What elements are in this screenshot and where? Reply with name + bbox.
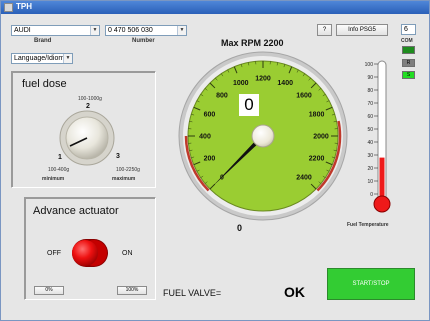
actuator-0-percent-button[interactable]: 0% bbox=[34, 286, 64, 295]
brand-select-value: AUDI bbox=[14, 27, 31, 34]
status-lamp-3: S bbox=[402, 71, 415, 79]
brand-select[interactable]: AUDI ▼ bbox=[11, 25, 100, 36]
gauge-tick-label: 200 bbox=[204, 156, 216, 163]
thermometer-tick-label: 20 bbox=[367, 166, 373, 172]
com-label: COM bbox=[401, 38, 413, 44]
status-lamp-2: R bbox=[402, 59, 415, 67]
fuel-temperature-thermometer: 1009080706050403020100 bbox=[365, 60, 391, 213]
number-select-value: 0 470 506 030 bbox=[108, 27, 153, 34]
title-bar: TPH bbox=[1, 1, 429, 14]
thermometer-tick-label: 60 bbox=[367, 114, 373, 120]
fuel-valve-status: OK bbox=[284, 284, 305, 300]
gauge-tick-label: 1200 bbox=[255, 76, 271, 83]
gauge-tick-label: 1800 bbox=[309, 111, 325, 118]
fuel-dose-pos-2: 2 bbox=[86, 103, 90, 110]
brand-label: Brand bbox=[34, 38, 52, 44]
advance-actuator-title: Advance actuator bbox=[33, 205, 119, 217]
status-lamp-1 bbox=[402, 46, 415, 54]
gauge-tick-label: 2200 bbox=[309, 156, 325, 163]
gauge-tick-label: 2400 bbox=[296, 175, 312, 182]
fuel-dose-min-label: minimum bbox=[42, 176, 65, 182]
app-icon bbox=[4, 3, 13, 12]
fuel-valve-label: FUEL VALVE= bbox=[163, 288, 222, 298]
thermometer-tick-label: 100 bbox=[365, 62, 374, 68]
thermometer-tick-label: 80 bbox=[367, 88, 373, 94]
com-port-input[interactable]: 6 bbox=[401, 24, 416, 35]
chevron-down-icon[interactable]: ▼ bbox=[90, 26, 99, 35]
rpm-gauge: 0 200 400 600 800 1000 1200 14001600 1800 2000 220… bbox=[178, 51, 348, 221]
gauge-tick-label: 1000 bbox=[233, 80, 249, 87]
on-label: ON bbox=[122, 250, 133, 257]
fuel-dose-right-range: 100-2250g bbox=[116, 167, 140, 173]
help-button[interactable]: ? bbox=[317, 24, 332, 36]
fuel-dose-knob[interactable] bbox=[59, 110, 115, 166]
gauge-tick-label: 800 bbox=[216, 92, 228, 99]
actuator-100-percent-button[interactable]: 100% bbox=[117, 286, 147, 295]
thermometer-bulb bbox=[373, 195, 391, 213]
chevron-down-icon[interactable]: ▼ bbox=[63, 54, 72, 63]
number-label: Number bbox=[132, 38, 155, 44]
window-title: TPH bbox=[16, 2, 32, 11]
gauge-tick-label: 1400 bbox=[277, 80, 293, 87]
fuel-dose-panel: fuel dose 100-1000g 2 1 3 100-400g 100-2… bbox=[11, 71, 156, 188]
fuel-temperature-label: Fuel Temperature bbox=[347, 222, 389, 228]
advance-actuator-panel: Advance actuator OFF ON 0% 100% bbox=[24, 197, 156, 300]
thermometer-tick-label: 70 bbox=[367, 101, 373, 107]
thermometer-tick-label: 0 bbox=[370, 192, 373, 198]
start-stop-button[interactable]: START/STOP bbox=[327, 268, 415, 300]
thermometer-mercury bbox=[379, 157, 385, 200]
max-rpm-label: Max RPM 2200 bbox=[221, 38, 284, 48]
fuel-dose-title: fuel dose bbox=[22, 78, 67, 90]
rpm-readout: 0 bbox=[237, 223, 243, 233]
fuel-dose-top-range: 100-1000g bbox=[78, 96, 102, 102]
thermometer-tick-label: 10 bbox=[367, 179, 373, 185]
rpm-digital-display: 0 bbox=[239, 94, 259, 116]
number-select[interactable]: 0 470 506 030 ▼ bbox=[105, 25, 187, 36]
language-select[interactable]: Language/Idioma ▼ bbox=[11, 53, 73, 64]
gauge-tick-label: 1600 bbox=[296, 92, 312, 99]
gauge-tick-label: 400 bbox=[199, 134, 211, 141]
gauge-tick-label: 2000 bbox=[313, 134, 329, 141]
thermometer-tick-label: 30 bbox=[367, 153, 373, 159]
gauge-tick-label: 600 bbox=[204, 111, 216, 118]
actuator-toggle-switch[interactable] bbox=[70, 236, 110, 270]
info-psg5-button[interactable]: Info PSG5 bbox=[336, 24, 388, 36]
off-label: OFF bbox=[47, 250, 61, 257]
language-select-value: Language/Idioma bbox=[14, 55, 69, 62]
app-window: TPH AUDI ▼ Brand 0 470 506 030 ▼ Number … bbox=[0, 0, 430, 321]
thermometer-tick-label: 90 bbox=[367, 75, 373, 81]
gauge-hub bbox=[251, 124, 275, 148]
fuel-dose-max-label: maximum bbox=[112, 176, 136, 182]
chevron-down-icon[interactable]: ▼ bbox=[177, 26, 186, 35]
thermometer-tick-label: 40 bbox=[367, 140, 373, 146]
thermometer-tick-label: 50 bbox=[367, 127, 373, 133]
fuel-dose-left-range: 100-400g bbox=[48, 167, 70, 173]
fuel-dose-pos-3: 3 bbox=[116, 153, 120, 160]
